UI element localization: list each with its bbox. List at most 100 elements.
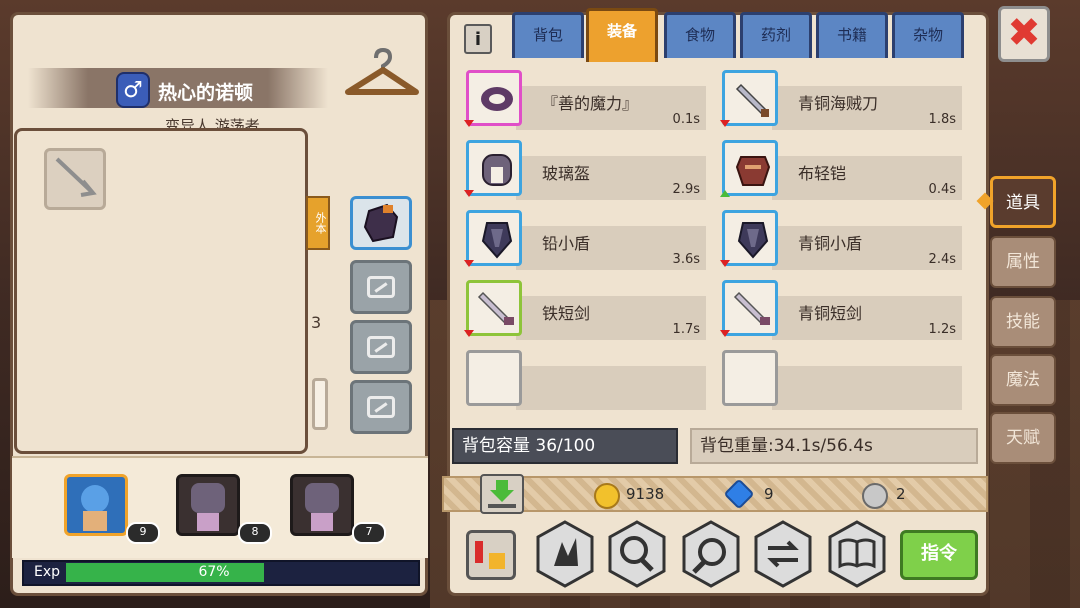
locked-slot-icon xyxy=(367,396,395,418)
level-badge: 7 xyxy=(352,522,386,544)
item-icon-frame xyxy=(466,280,522,336)
item-icon-frame xyxy=(466,350,522,406)
side-slot xyxy=(312,378,328,430)
search-button[interactable] xyxy=(680,520,742,588)
inventory-item[interactable]: 玻璃盔 2.9s xyxy=(464,140,714,200)
exp-percent: 67% xyxy=(198,564,230,580)
item-icon-frame xyxy=(722,280,778,336)
inventory-item[interactable]: 青铜小盾 2.4s xyxy=(720,210,970,270)
shield-icon xyxy=(737,222,769,259)
knight-portrait-icon xyxy=(191,483,225,531)
inspect-button[interactable] xyxy=(606,520,668,588)
book-button[interactable] xyxy=(826,520,888,588)
inventory-item[interactable]: 铅小盾 3.6s xyxy=(464,210,714,270)
stat-down-arrow-icon xyxy=(720,330,730,337)
tab-books[interactable]: 书籍 xyxy=(816,12,888,58)
item-icon-frame xyxy=(722,140,778,196)
side-tab-skills[interactable]: 技能 xyxy=(990,296,1056,348)
equip-slot-gloves[interactable] xyxy=(350,196,412,250)
stat-down-arrow-icon xyxy=(464,330,474,337)
exp-label: Exp xyxy=(34,564,61,580)
inventory-item[interactable]: 铁短剑 1.7s xyxy=(464,280,714,340)
stat-up-arrow-icon xyxy=(720,190,730,197)
level-badge: 8 xyxy=(238,522,272,544)
tab-backpack[interactable]: 背包 xyxy=(512,12,584,58)
info-button[interactable]: i xyxy=(464,24,492,54)
hanger-icon[interactable] xyxy=(344,44,420,100)
equip-slot-locked[interactable] xyxy=(350,260,412,314)
item-name: 铅小盾 xyxy=(542,234,591,253)
side-number: 3 xyxy=(311,313,322,332)
inventory-empty-slot[interactable] xyxy=(720,350,970,410)
inventory-item[interactable]: 布轻铠 0.4s xyxy=(720,140,970,200)
item-name: 布轻铠 xyxy=(798,164,847,183)
item-weight: 1.7s xyxy=(672,322,700,337)
armor-icon xyxy=(735,156,771,186)
item-weight: 3.6s xyxy=(672,252,700,267)
item-icon-frame xyxy=(722,350,778,406)
gold-coin-icon xyxy=(594,483,620,509)
stat-down-arrow-icon xyxy=(464,120,474,127)
item-preview-slot xyxy=(44,148,106,210)
command-button[interactable]: 指令 xyxy=(900,530,978,580)
item-name: 青铜小盾 xyxy=(798,234,863,253)
item-row-background xyxy=(516,366,706,410)
party-member[interactable] xyxy=(64,474,128,536)
item-weight: 2.9s xyxy=(672,182,700,197)
item-icon-frame xyxy=(466,210,522,266)
party-member[interactable] xyxy=(290,474,354,536)
sword-icon xyxy=(735,83,769,117)
swap-button[interactable] xyxy=(752,520,814,588)
sort-button[interactable] xyxy=(466,530,516,580)
deposit-button[interactable] xyxy=(480,474,524,514)
side-tab-magic[interactable]: 魔法 xyxy=(990,354,1056,406)
item-icon-frame xyxy=(466,70,522,126)
item-row-background xyxy=(772,366,962,410)
stat-down-arrow-icon xyxy=(464,190,474,197)
item-icon-frame xyxy=(466,140,522,196)
inventory-item[interactable]: 『善的魔力』 0.1s xyxy=(464,70,714,130)
weapon-placeholder-icon xyxy=(55,157,97,197)
tab-food[interactable]: 食物 xyxy=(664,12,736,58)
item-name: 『善的魔力』 xyxy=(542,94,639,113)
tab-equipment[interactable]: 装备 xyxy=(586,8,658,62)
gloves-icon xyxy=(363,203,399,243)
inventory-empty-slot[interactable] xyxy=(464,350,714,410)
male-gender-icon: ♂ xyxy=(116,72,150,108)
side-tab-items[interactable]: 道具 xyxy=(990,176,1056,228)
equip-slot-locked[interactable] xyxy=(350,380,412,434)
gem-amount: 9 xyxy=(764,485,774,503)
ring-icon xyxy=(481,87,513,111)
knight-portrait-icon xyxy=(305,483,339,531)
stat-down-arrow-icon xyxy=(464,260,474,267)
silver-amount: 2 xyxy=(896,485,906,503)
inventory-item[interactable]: 青铜海贼刀 1.8s xyxy=(720,70,970,130)
item-icon-frame xyxy=(722,70,778,126)
item-name: 青铜短剑 xyxy=(798,304,863,323)
stat-down-arrow-icon xyxy=(720,260,730,267)
destroy-button[interactable] xyxy=(534,520,596,588)
tab-misc[interactable]: 杂物 xyxy=(892,12,964,58)
shield-icon xyxy=(481,222,513,259)
side-tab-talent[interactable]: 天赋 xyxy=(990,412,1056,464)
stat-down-arrow-icon xyxy=(720,120,730,127)
item-name: 玻璃盔 xyxy=(542,164,591,183)
character-name: 热心的诺顿 xyxy=(158,82,254,104)
item-weight: 1.2s xyxy=(928,322,956,337)
party-member[interactable] xyxy=(176,474,240,536)
tab-potion[interactable]: 药剂 xyxy=(740,12,812,58)
item-weight: 1.8s xyxy=(928,112,956,127)
item-weight: 2.4s xyxy=(928,252,956,267)
side-tab-attributes[interactable]: 属性 xyxy=(990,236,1056,288)
inventory-item[interactable]: 青铜短剑 1.2s xyxy=(720,280,970,340)
side-tag[interactable]: 外本 xyxy=(306,196,330,250)
close-button[interactable]: ✖ xyxy=(998,6,1050,62)
helmet-icon xyxy=(482,154,512,186)
dagger-icon xyxy=(477,291,514,325)
download-arrow-icon xyxy=(488,480,516,508)
equip-slot-locked[interactable] xyxy=(350,320,412,374)
item-weight: 0.4s xyxy=(928,182,956,197)
sort-icon xyxy=(475,541,505,569)
gold-amount: 9138 xyxy=(626,485,665,503)
item-name: 铁短剑 xyxy=(542,304,591,323)
